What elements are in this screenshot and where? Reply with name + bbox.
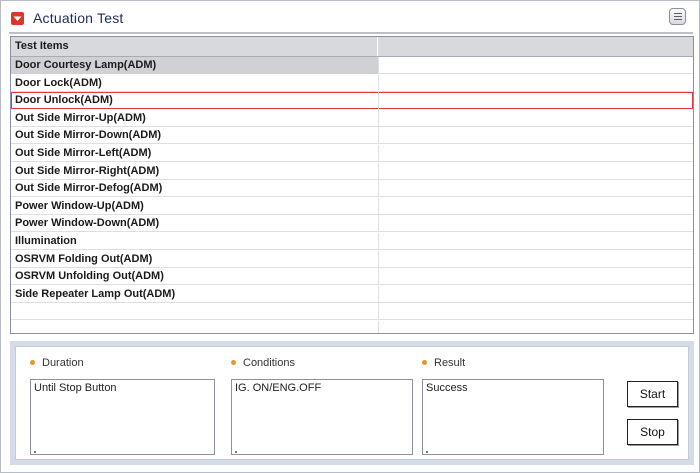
table-row[interactable]: OSRVM Unfolding Out(ADM) xyxy=(11,268,693,286)
result-field[interactable]: Success xyxy=(422,379,604,455)
duration-label: Duration xyxy=(30,357,84,369)
details-panel: Duration Conditions Result Until Stop Bu… xyxy=(10,341,694,465)
test-item-label xyxy=(11,321,379,333)
test-item-label: Out Side Mirror-Right(ADM) xyxy=(11,162,379,180)
test-item-label: OSRVM Unfolding Out(ADM) xyxy=(11,268,379,286)
table-row[interactable]: Illumination xyxy=(11,233,693,250)
table-row[interactable]: Out Side Mirror-Left(ADM) xyxy=(11,145,693,162)
test-item-label: Illumination xyxy=(11,233,379,250)
table-row[interactable]: Door Unlock(ADM) xyxy=(11,92,693,110)
test-item-label: Power Window-Down(ADM) xyxy=(11,215,379,233)
table-row[interactable]: Power Window-Up(ADM) xyxy=(11,197,693,215)
test-item-label: Out Side Mirror-Defog(ADM) xyxy=(11,180,379,198)
stop-button[interactable]: Stop xyxy=(627,419,678,445)
divider xyxy=(9,32,693,34)
table-row[interactable]: Out Side Mirror-Down(ADM) xyxy=(11,127,693,145)
page-title: Actuation Test xyxy=(33,10,124,26)
test-item-label: Door Courtesy Lamp(ADM) xyxy=(11,57,379,74)
table-row[interactable]: Out Side Mirror-Right(ADM) xyxy=(11,162,693,180)
test-item-label xyxy=(11,303,379,321)
test-item-label: Side Repeater Lamp Out(ADM) xyxy=(11,285,379,303)
test-item-label: Door Lock(ADM) xyxy=(11,74,379,92)
collapse-icon[interactable] xyxy=(11,12,24,25)
table-row[interactable]: Out Side Mirror-Defog(ADM) xyxy=(11,180,693,198)
bullet-icon xyxy=(30,359,35,365)
start-button[interactable]: Start xyxy=(627,381,678,407)
table-row[interactable]: OSRVM Folding Out(ADM) xyxy=(11,250,693,268)
test-item-label: Out Side Mirror-Up(ADM) xyxy=(11,109,379,127)
table-row[interactable] xyxy=(11,321,693,333)
details-panel-inner: Duration Conditions Result Until Stop Bu… xyxy=(15,346,689,460)
header-bar: Actuation Test xyxy=(1,1,699,34)
test-item-label: Power Window-Up(ADM) xyxy=(11,197,379,215)
duration-field[interactable]: Until Stop Button xyxy=(30,379,215,455)
column-header-blank xyxy=(379,37,693,56)
test-item-label: Out Side Mirror-Left(ADM) xyxy=(11,145,379,162)
column-header-test-items: Test Items xyxy=(11,37,378,56)
table-row[interactable]: Out Side Mirror-Up(ADM) xyxy=(11,109,693,127)
table-row[interactable]: Power Window-Down(ADM) xyxy=(11,215,693,233)
list-menu-icon[interactable] xyxy=(669,8,686,25)
test-item-label: Door Unlock(ADM) xyxy=(11,92,379,110)
table-header: Test Items xyxy=(11,37,693,57)
table-row[interactable]: Door Courtesy Lamp(ADM) xyxy=(11,57,693,74)
result-label: Result xyxy=(422,357,465,369)
table-row[interactable]: Side Repeater Lamp Out(ADM) xyxy=(11,285,693,303)
test-item-label: Out Side Mirror-Down(ADM) xyxy=(11,127,379,145)
bullet-icon xyxy=(422,359,427,365)
table-row[interactable] xyxy=(11,303,693,321)
test-item-label: OSRVM Folding Out(ADM) xyxy=(11,250,379,268)
conditions-label: Conditions xyxy=(231,357,295,369)
test-items-table: Test Items Door Courtesy Lamp(ADM) Door L… xyxy=(10,36,694,334)
bullet-icon xyxy=(231,359,236,365)
table-row[interactable]: Door Lock(ADM) xyxy=(11,74,693,92)
conditions-field[interactable]: IG. ON/ENG.OFF xyxy=(231,379,413,455)
actuation-test-window: Actuation Test Test Items Door Courtesy … xyxy=(0,0,700,473)
